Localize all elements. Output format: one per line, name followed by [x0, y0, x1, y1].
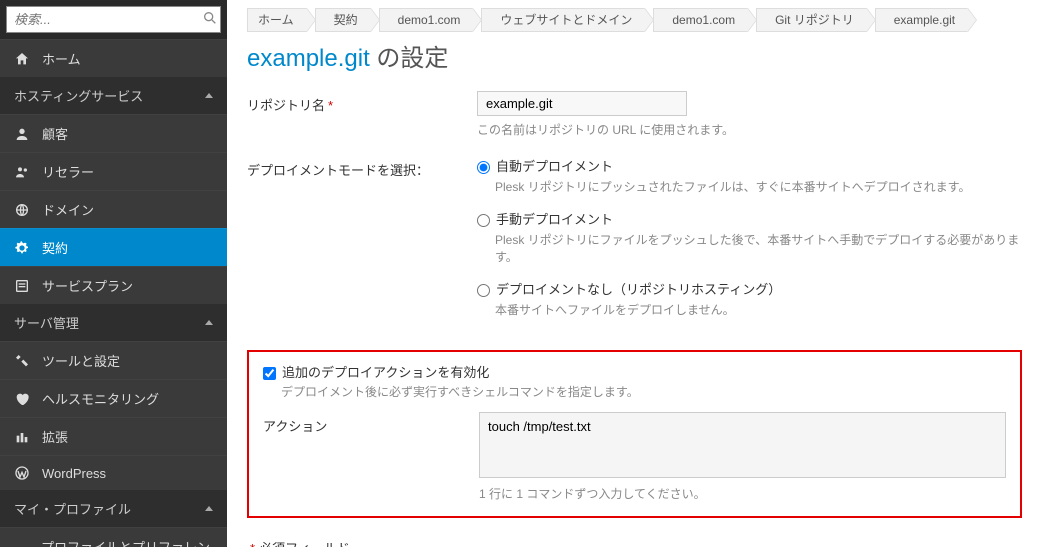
breadcrumb-item[interactable]: demo1.com — [379, 8, 474, 32]
nav-label: ホーム — [42, 49, 81, 68]
breadcrumbs: ホーム 契約 demo1.com ウェブサイトとドメイン demo1.com G… — [247, 8, 1022, 32]
user-icon — [14, 126, 34, 142]
required-mark: * — [328, 98, 333, 113]
nav-section-profile[interactable]: マイ・プロファイル — [0, 490, 227, 527]
chevron-up-icon — [205, 320, 213, 325]
required-note-text: 必須フィールド — [259, 541, 350, 547]
breadcrumb-item[interactable]: ホーム — [247, 8, 307, 32]
nav-section-hosting[interactable]: ホスティングサービス — [0, 77, 227, 114]
nav-label: ドメイン — [42, 200, 94, 219]
deploy-auto-option[interactable]: 自動デプロイメント Plesk リポジトリにプッシュされたファイルは、すぐに本番… — [477, 156, 1022, 195]
nav-label: ヘルスモニタリング — [42, 389, 159, 408]
repo-name-hint: この名前はリポジトリの URL に使用されます。 — [477, 121, 1022, 138]
deploy-mode-row: デプロイメントモードを選択： 自動デプロイメント Plesk リポジトリにプッシ… — [247, 156, 1022, 332]
nav-label: 契約 — [42, 238, 68, 257]
required-note: *必須フィールド — [247, 534, 477, 547]
nav-label: 拡張 — [42, 427, 68, 446]
enable-actions-checkbox[interactable] — [263, 367, 276, 380]
deploy-manual-option[interactable]: 手動デプロイメント Plesk リポジトリにファイルをプッシュした後で、本番サイ… — [477, 209, 1022, 265]
nav-label: プロファイルとプリファレンス — [41, 537, 213, 547]
search-input[interactable] — [7, 7, 199, 32]
globe-icon — [14, 202, 34, 218]
option-label: デプロイメントなし（リポジトリホスティング） — [496, 282, 781, 297]
page-title: example.git の設定 — [247, 38, 1022, 73]
nav-customers[interactable]: 顧客 — [0, 114, 227, 152]
nav-domains[interactable]: ドメイン — [0, 190, 227, 228]
nav-label: ツールと設定 — [42, 351, 120, 370]
wordpress-icon — [14, 465, 34, 481]
option-desc: Plesk リポジトリにファイルをプッシュした後で、本番サイトへ手動でデプロイす… — [495, 231, 1022, 265]
users-icon — [14, 164, 34, 180]
deploy-none-radio[interactable] — [477, 284, 490, 297]
list-icon — [14, 278, 34, 294]
option-desc: 本番サイトへファイルをデプロイしません。 — [495, 301, 1022, 318]
enable-actions-hint: デプロイメント後に必ず実行すべきシェルコマンドを指定します。 — [281, 383, 1006, 400]
checkbox-label: 追加のデプロイアクションを有効化 — [282, 365, 489, 380]
breadcrumb-item[interactable]: demo1.com — [653, 8, 748, 32]
puzzle-icon — [14, 429, 34, 445]
heart-icon — [14, 391, 34, 407]
title-link[interactable]: example.git — [247, 45, 370, 72]
deploy-none-option[interactable]: デプロイメントなし（リポジトリホスティング） 本番サイトへファイルをデプロイしま… — [477, 279, 1022, 318]
nav-label: サービスプラン — [42, 276, 133, 295]
nav-profile-prefs[interactable]: プロファイルとプリファレンス — [0, 527, 227, 547]
repo-name-input[interactable] — [477, 91, 687, 116]
nav-section-server[interactable]: サーバ管理 — [0, 304, 227, 341]
chevron-up-icon — [205, 93, 213, 98]
nav-resellers[interactable]: リセラー — [0, 152, 227, 190]
breadcrumb-item[interactable]: 契約 — [315, 8, 371, 32]
option-label: 自動デプロイメント — [496, 159, 613, 174]
nav-label: リセラー — [42, 162, 94, 181]
option-label: 手動デプロイメント — [496, 212, 613, 227]
search-wrap — [0, 0, 227, 39]
nav-home[interactable]: ホーム — [0, 39, 227, 77]
breadcrumb-item[interactable]: example.git — [875, 8, 968, 32]
search-icon[interactable] — [199, 10, 220, 29]
nav-label: WordPress — [42, 466, 106, 481]
home-icon — [14, 51, 34, 67]
nav-subscriptions[interactable]: 契約 — [0, 228, 227, 266]
nav-section-label: サーバ管理 — [14, 313, 79, 332]
nav-section-label: マイ・プロファイル — [14, 499, 131, 518]
title-rest: の設定 — [370, 45, 449, 72]
nav-tools[interactable]: ツールと設定 — [0, 341, 227, 379]
nav-section-label: ホスティングサービス — [14, 86, 143, 105]
deploy-manual-radio[interactable] — [477, 214, 490, 227]
nav-wordpress[interactable]: WordPress — [0, 455, 227, 490]
actions-label: アクション — [263, 412, 479, 502]
gear-icon — [14, 240, 34, 256]
main-content: ホーム 契約 demo1.com ウェブサイトとドメイン demo1.com G… — [227, 0, 1042, 547]
sidebar: ホーム ホスティングサービス 顧客 リセラー ドメイン 契約 サービスプラン サ… — [0, 0, 227, 547]
deploy-mode-label: デプロイメントモードを選択： — [247, 156, 477, 332]
nav-extensions[interactable]: 拡張 — [0, 417, 227, 455]
breadcrumb-item[interactable]: Git リポジトリ — [756, 8, 867, 32]
label-text: リポジトリ名 — [247, 98, 325, 113]
repo-name-row: リポジトリ名* この名前はリポジトリの URL に使用されます。 — [247, 91, 1022, 138]
tools-icon — [14, 353, 34, 369]
search-box[interactable] — [6, 6, 221, 33]
nav-label: 顧客 — [42, 124, 68, 143]
nav-health[interactable]: ヘルスモニタリング — [0, 379, 227, 417]
breadcrumb-item[interactable]: ウェブサイトとドメイン — [481, 8, 645, 32]
enable-actions-row[interactable]: 追加のデプロイアクションを有効化 — [263, 362, 1006, 381]
option-desc: Plesk リポジトリにプッシュされたファイルは、すぐに本番サイトへデプロイされ… — [495, 178, 1022, 195]
repo-name-label: リポジトリ名* — [247, 91, 477, 138]
chevron-up-icon — [205, 506, 213, 511]
actions-textarea[interactable]: touch /tmp/test.txt — [479, 412, 1006, 478]
nav-service-plans[interactable]: サービスプラン — [0, 266, 227, 304]
actions-hint: 1 行に 1 コマンドずつ入力してください。 — [479, 485, 1006, 502]
deploy-actions-box: 追加のデプロイアクションを有効化 デプロイメント後に必ず実行すべきシェルコマンド… — [247, 350, 1022, 518]
deploy-auto-radio[interactable] — [477, 161, 490, 174]
